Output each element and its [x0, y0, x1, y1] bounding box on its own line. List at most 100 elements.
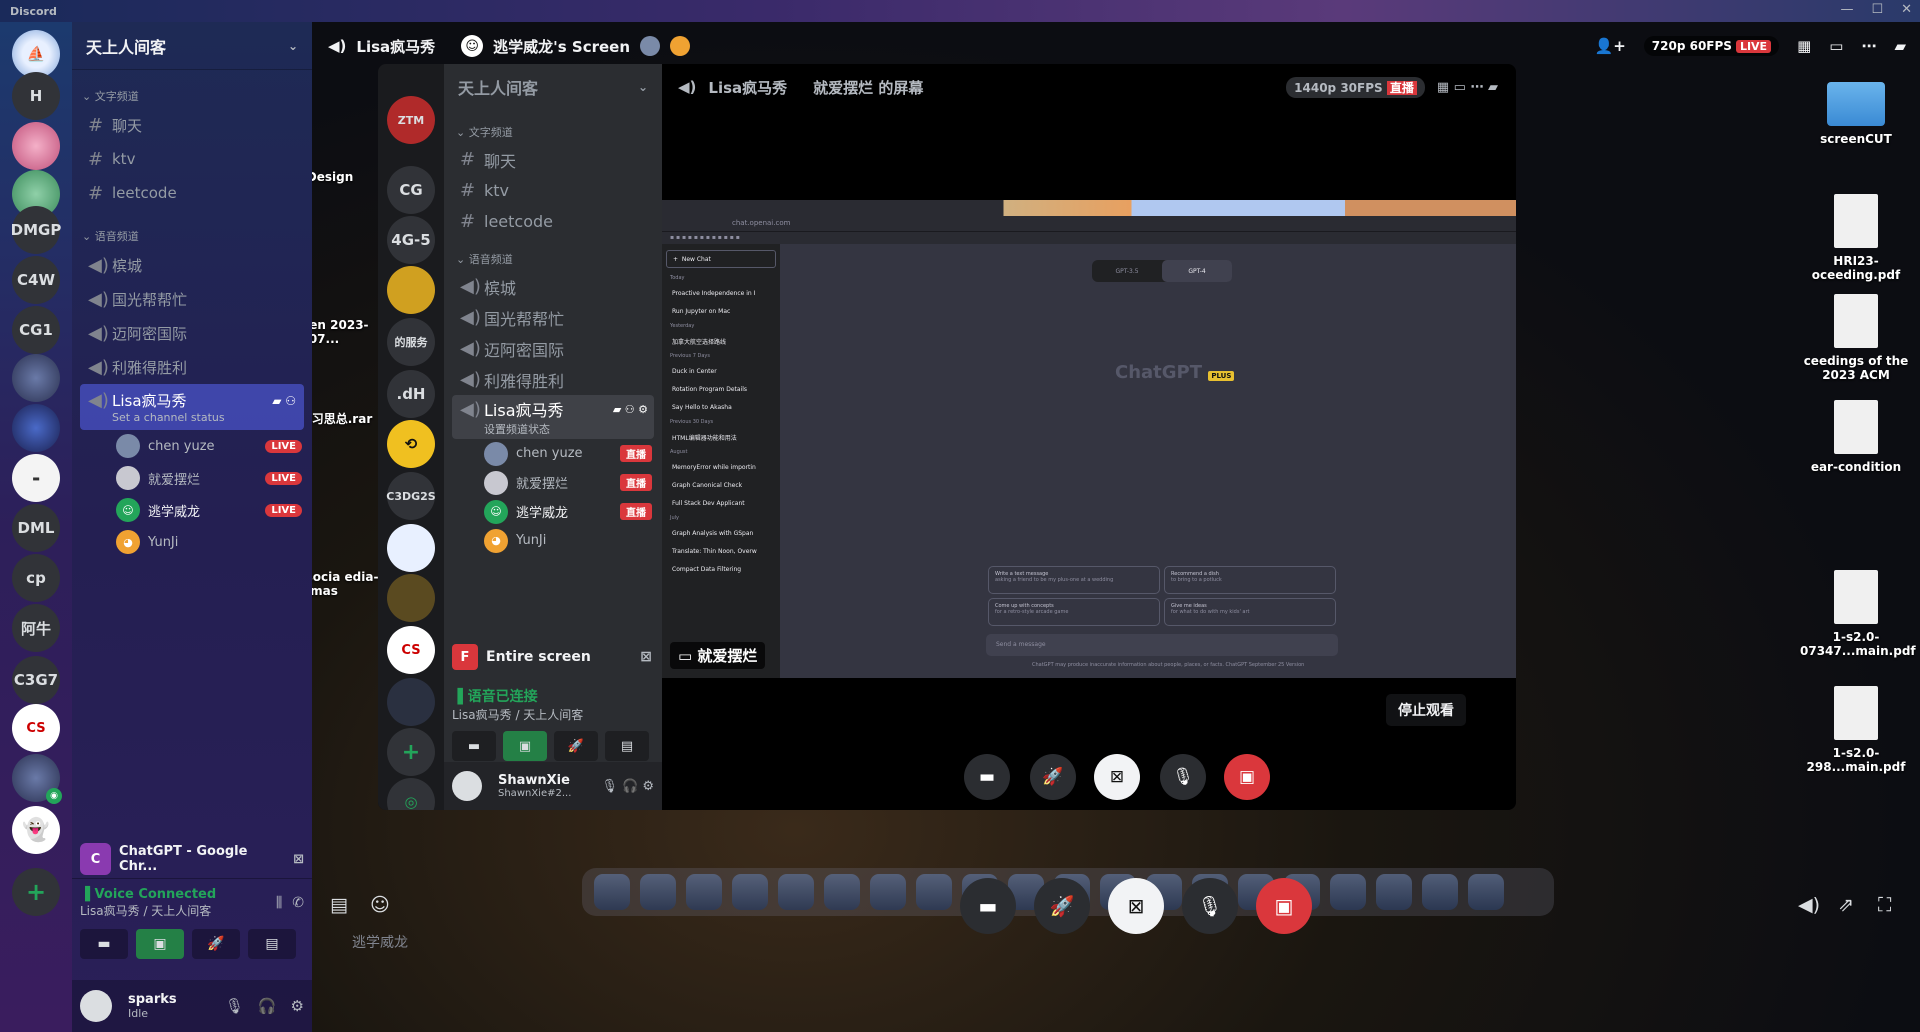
screen-share-icon: F [452, 644, 478, 670]
volume-icon[interactable]: ◀) [1798, 894, 1820, 916]
voice-channel-guoguang[interactable]: ◀) 国光帮帮忙 [72, 282, 312, 316]
activity-button[interactable]: 🚀 [192, 929, 240, 959]
avatar[interactable] [670, 36, 691, 56]
emoji-icon[interactable]: ☺ [370, 894, 390, 916]
headphones-icon[interactable]: 🎧 [258, 997, 277, 1015]
desktop-file[interactable]: Screen 2023-07... [312, 318, 380, 346]
grid-icon[interactable]: ▦ [1797, 37, 1811, 55]
cs-server-icon[interactable]: CS [12, 704, 60, 752]
stop-watching-button[interactable]: ▣ [1256, 878, 1312, 934]
voice-category[interactable]: ⌄ 语音频道 [72, 210, 312, 248]
server-h[interactable]: H [12, 72, 60, 120]
gear-icon[interactable]: ⚙ [291, 997, 304, 1015]
streamer-avatar: ☺ [461, 35, 484, 57]
active-channel-name: Lisa疯马秀 [112, 392, 187, 410]
dock-app-icon [1468, 874, 1504, 910]
cs-server-icon: CS [387, 626, 435, 674]
ghost-server-icon[interactable]: 👻 [12, 806, 60, 854]
channel-leetcode[interactable]: # leetcode [72, 176, 312, 210]
desktop-file[interactable]: 暑期实习思总.rar [312, 410, 380, 427]
soundboard-icon[interactable]: ▤ [330, 894, 348, 916]
chat-icon[interactable]: ▰ ⚇ [272, 394, 296, 408]
dark-server-icon[interactable]: ◉ [12, 754, 62, 804]
server-c3g7[interactable]: C3G7 [12, 656, 60, 704]
speaker-icon: ◀) [88, 356, 109, 378]
add-user-icon[interactable]: 👤+ [1595, 37, 1626, 55]
server-dml[interactable]: DML [12, 504, 60, 552]
channel-ktv[interactable]: # ktv [72, 142, 312, 176]
avatar[interactable] [80, 990, 112, 1022]
stage-streamer: 逃学威龙's Screen [493, 37, 631, 56]
voice-status[interactable]: ▐ Voice Connected [80, 887, 216, 902]
voice-panel: ▐ Voice Connected Lisa疯马秀 / 天上人间客 ⫼ ✆ ▬ … [72, 878, 312, 980]
desktop-file[interactable]: 1-s2.0-07347...main.pdf [1800, 570, 1916, 658]
popout-icon[interactable]: ⇗ [1838, 894, 1854, 916]
desktop-file[interactable]: 1-s2.0-298...main.pdf [1800, 686, 1912, 774]
desktop-file[interactable]: ear-condition [1800, 400, 1912, 474]
server-dmgp[interactable]: DMGP [11, 206, 61, 254]
desktop-file[interactable]: Design [312, 170, 386, 184]
dock-app-icon [824, 874, 860, 910]
voice-channel-miami[interactable]: ◀) 迈阿密国际 [72, 316, 312, 350]
server-aniu[interactable]: 阿牛 [12, 604, 60, 652]
microphone-button[interactable]: 🎙 [1182, 878, 1238, 934]
guild-header[interactable]: 天上人间客 ⌄ [72, 22, 312, 70]
voice-user[interactable]: ◕ YunJi [72, 526, 312, 558]
figure-server-icon[interactable] [12, 354, 60, 402]
history-item: Duck in Center [672, 367, 717, 375]
chat-icon[interactable]: ▰ [1894, 37, 1906, 55]
popout-icon[interactable]: ▭ [1829, 37, 1843, 55]
avatar: ◕ [116, 530, 140, 554]
soundboard-button[interactable]: ▤ [248, 929, 296, 959]
text-category[interactable]: ⌄ 文字频道 [72, 70, 312, 108]
voice-user[interactable]: ☺ 逃学威龙 LIVE [72, 494, 312, 526]
address-bar: chat.openai.com [662, 216, 1516, 232]
screen-share-button[interactable]: ⊠ [1108, 878, 1164, 934]
dock-app-icon [1376, 874, 1412, 910]
camera-button[interactable]: ▬ [80, 929, 128, 959]
voice-channel-binglang[interactable]: ◀) 槟城 [72, 248, 312, 282]
microphone-icon[interactable]: 🎙 [225, 997, 244, 1015]
desktop-file[interactable]: screenCUT [1800, 82, 1912, 146]
voice-channel-riyadh[interactable]: ◀) 利雅得胜利 [72, 350, 312, 384]
service-server-icon: 的服务 [387, 318, 435, 366]
stop-stream-icon[interactable]: ⊠ [293, 852, 304, 867]
voice-location[interactable]: Lisa疯马秀 / 天上人间客 [80, 902, 216, 919]
inner-voice-channel: ◀) 利雅得胜利 [460, 369, 565, 391]
share-screen-button[interactable]: ▣ [136, 929, 184, 959]
ztm-server-icon: ZTM [387, 96, 435, 144]
stream-title: ChatGPT - Google Chr... [119, 844, 248, 874]
disconnect-icon[interactable]: ✆ [292, 895, 304, 911]
server-cg1[interactable]: CG1 [12, 306, 60, 354]
voice-user[interactable]: chen yuze LIVE [72, 430, 312, 462]
desktop-file[interactable]: HRI23-oceeding.pdf [1800, 194, 1912, 282]
suggestion-card: Come up with concepts for a retro-style a… [988, 598, 1160, 626]
activity-rocket-button[interactable]: 🚀 [1034, 878, 1090, 934]
stream-quality[interactable]: 720p 60FPS LIVE [1643, 36, 1780, 56]
more-icon[interactable]: ⋯ [1861, 37, 1876, 55]
minimize-button[interactable]: — [1840, 2, 1853, 17]
close-button[interactable]: ✕ [1901, 2, 1912, 17]
server-cp[interactable]: cp [12, 554, 60, 602]
banner-server-icon[interactable]: ▬ [12, 454, 60, 502]
camera-toggle-button[interactable]: ▬ [960, 878, 1016, 934]
chrome-icon: C [80, 843, 112, 875]
galaxy-server-icon[interactable] [12, 404, 60, 452]
voice-user[interactable]: 就爱摆烂 LIVE [72, 462, 312, 494]
desktop-file[interactable]: nern-socia edia-mas [312, 570, 380, 598]
fullscreen-icon[interactable]: ⛶ [1878, 894, 1891, 916]
inner-server: 4G-5 [387, 216, 435, 264]
add-server-icon[interactable]: + [12, 868, 60, 916]
channel-chat[interactable]: # 聊天 [72, 108, 312, 142]
desktop-file[interactable]: ceedings of the 2023 ACM [1800, 294, 1912, 382]
inner-camera-control-icon: ▬ [964, 754, 1010, 800]
sailboat-server-icon[interactable]: ⛵ [12, 30, 60, 78]
maximize-button[interactable]: ☐ [1871, 2, 1883, 17]
voice-channel-active[interactable]: ◀) Lisa疯马秀 ▰ ⚇ Set a channel status [80, 384, 304, 430]
anime-girl-server-icon[interactable] [12, 122, 60, 170]
avatar[interactable] [640, 36, 661, 56]
server-c4w[interactable]: C4W [12, 256, 60, 304]
noise-suppression-icon[interactable]: ⫼ [276, 895, 282, 911]
inner-channel: # 聊天 [460, 149, 517, 171]
channel-status[interactable]: Set a channel status [88, 411, 304, 424]
